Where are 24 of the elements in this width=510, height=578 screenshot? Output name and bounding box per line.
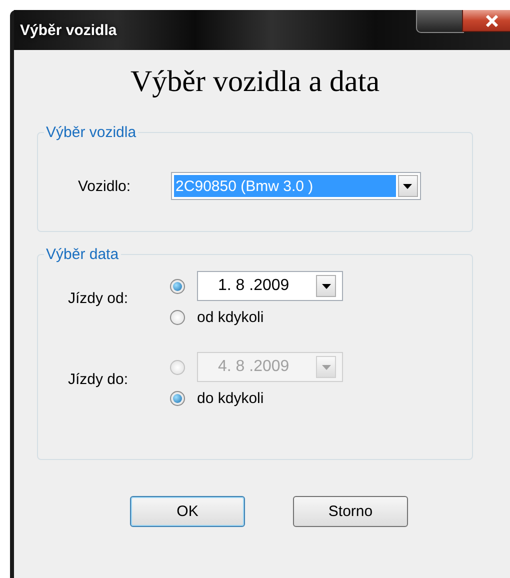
- radio-button[interactable]: [170, 391, 185, 406]
- close-icon: [485, 14, 499, 26]
- close-button[interactable]: [462, 10, 510, 32]
- caption-frame: [416, 10, 464, 33]
- radio-label[interactable]: od kdykoli: [197, 309, 264, 326]
- combo-value: 2C90850 (Bmw 3.0 ): [174, 175, 396, 197]
- radio-button[interactable]: [170, 310, 185, 325]
- field-label: Vozidlo:: [78, 178, 131, 194]
- date-picker[interactable]: 1. 8 .2009: [197, 271, 343, 301]
- radio-label[interactable]: do kdykoli: [197, 390, 264, 407]
- field-label: Jízdy od:: [68, 290, 130, 307]
- dialog-heading: Výběr vozidla a data: [129, 64, 381, 100]
- group-legend: Výběr data: [44, 246, 121, 263]
- caret-icon: [403, 184, 412, 188]
- field-label: Jízdy do:: [68, 371, 130, 388]
- dropdown-button[interactable]: [316, 275, 336, 297]
- caret-icon: [322, 364, 330, 370]
- window-title: Výběr vozidla: [19, 22, 117, 38]
- dialog-button[interactable]: Storno: [293, 496, 408, 527]
- dialog-button[interactable]: OK: [130, 496, 245, 527]
- group-legend: Výběr vozidla: [44, 124, 138, 141]
- caret-icon: [322, 284, 330, 288]
- radio-button[interactable]: [170, 278, 185, 294]
- dropdown-button[interactable]: [398, 175, 418, 197]
